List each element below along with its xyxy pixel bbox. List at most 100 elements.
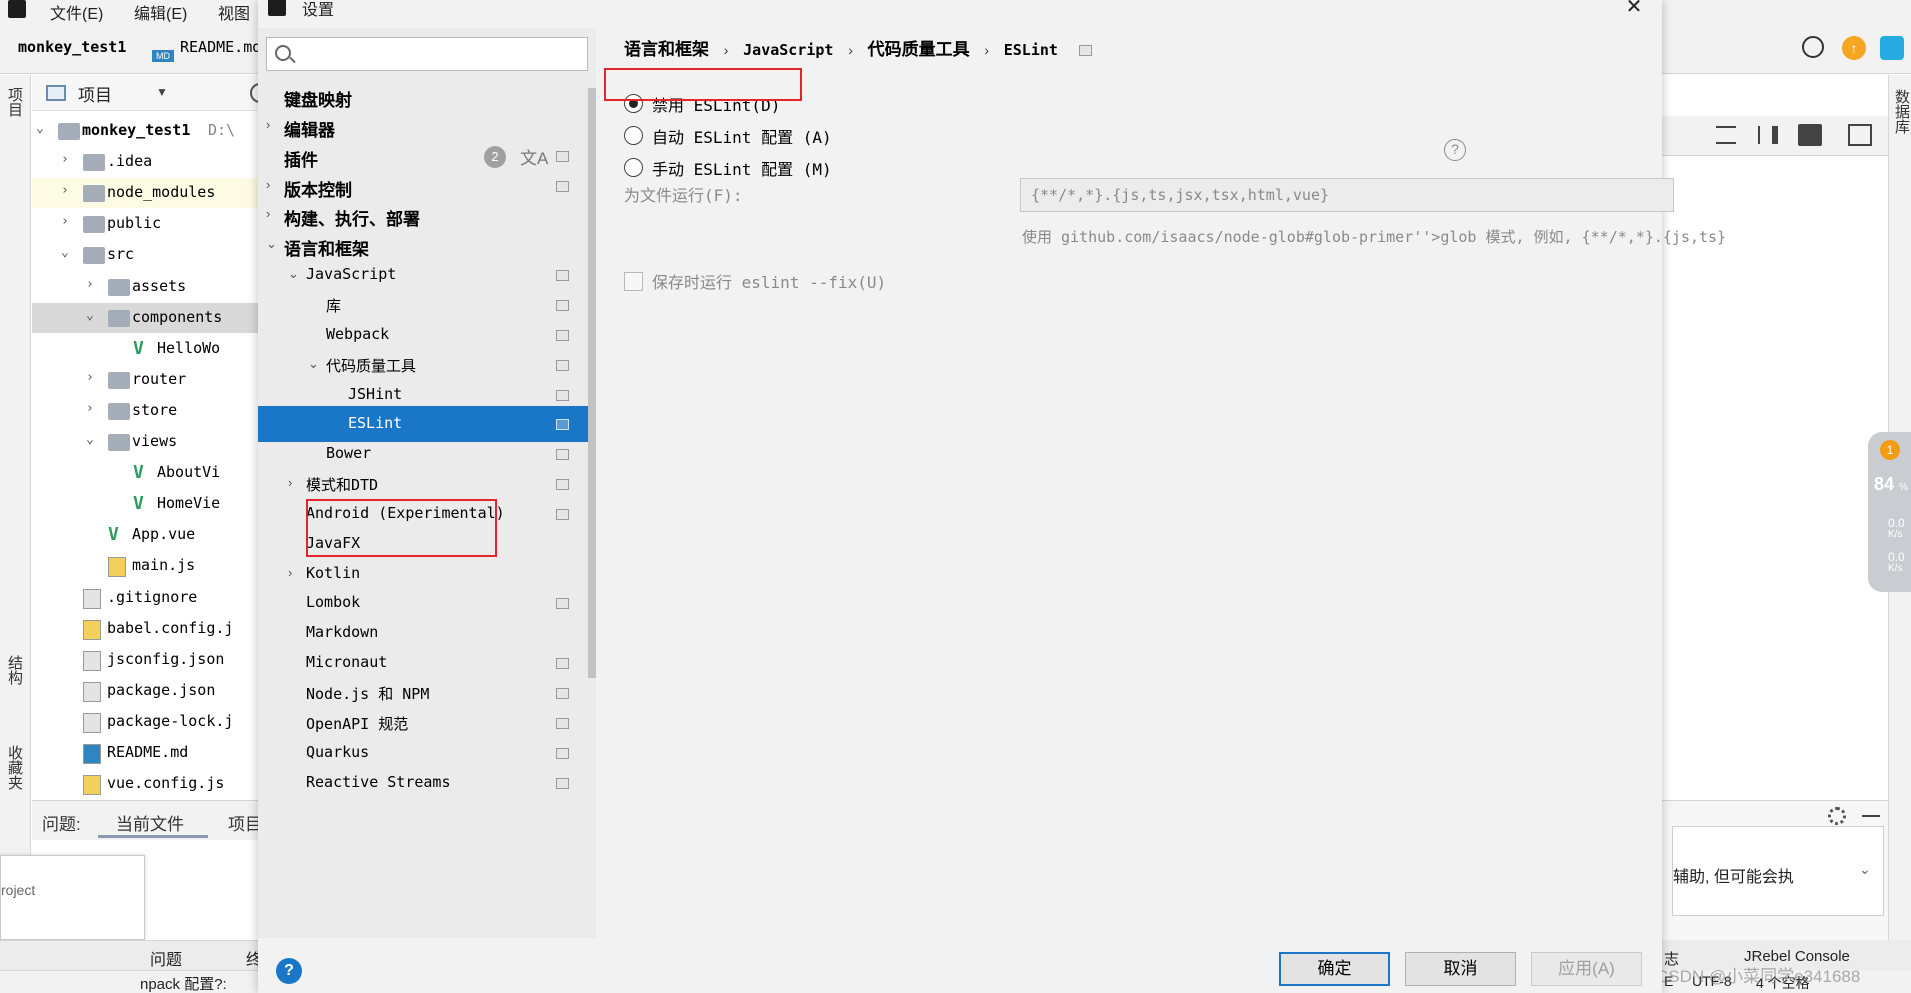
tab-project[interactable]: 项目 xyxy=(228,810,258,835)
chevron-right-icon[interactable]: › xyxy=(61,152,75,167)
dialog-titlebar: 设置 xyxy=(258,0,1662,19)
tree-item[interactable]: vue.config.js xyxy=(32,769,258,799)
project-panel-title[interactable]: 项目 xyxy=(78,81,112,106)
tree-item-label: components xyxy=(132,308,223,326)
tree-item[interactable]: › router xyxy=(32,365,258,395)
list-view-icon[interactable] xyxy=(1716,126,1736,144)
side-tab-structure[interactable]: 结构 xyxy=(4,655,25,685)
tree-item[interactable]: babel.config.j xyxy=(32,614,258,644)
chevron-down-icon[interactable]: ⌄ xyxy=(36,121,50,136)
run-for-files-input[interactable] xyxy=(1020,178,1674,212)
close-icon[interactable]: ✕ xyxy=(1622,0,1646,18)
radio-button[interactable] xyxy=(624,94,643,113)
layout-icon[interactable] xyxy=(1848,124,1872,146)
tree-item-label: .gitignore xyxy=(107,588,198,606)
chevron-down-icon[interactable]: ⌄ xyxy=(86,308,100,323)
translate-icon: 文A xyxy=(520,149,549,168)
tree-item[interactable]: › node_modules xyxy=(32,178,258,208)
folder-icon xyxy=(83,154,105,171)
nav-item[interactable]: Reactive Streams xyxy=(258,765,596,801)
side-tab-database[interactable]: 数据库 xyxy=(1891,89,1911,134)
crumb-project[interactable]: monkey_test1 xyxy=(18,38,126,56)
gauge-badge: 1 xyxy=(1880,440,1900,460)
help-icon[interactable]: ? xyxy=(1444,139,1466,161)
menu-file[interactable]: 文件(E) xyxy=(50,0,103,24)
tree-item[interactable]: › .idea xyxy=(32,147,258,177)
ide-right-toolbar: ↑ xyxy=(1662,22,1911,74)
preview-icon[interactable] xyxy=(1798,124,1822,146)
watermark: CSDN @小菜同学e341688 xyxy=(1656,967,1861,986)
chevron-right-icon[interactable]: › xyxy=(86,370,100,385)
chevron-right-icon[interactable]: › xyxy=(86,277,100,292)
radio-button[interactable] xyxy=(624,158,643,177)
chevron-right-icon[interactable]: › xyxy=(266,117,270,132)
chevron-right-icon[interactable]: › xyxy=(266,177,270,192)
tree-item[interactable]: jsconfig.json xyxy=(32,645,258,675)
chevron-right-icon[interactable]: › xyxy=(61,214,75,229)
chevron-down-icon[interactable]: ⌄ xyxy=(266,236,277,252)
breadcrumb-separator: › xyxy=(723,42,729,58)
settings-search[interactable] xyxy=(266,37,588,71)
ide-statusbar: npack 配置?: xyxy=(0,970,258,993)
tree-item[interactable]: ⌄ monkey_test1 D:\ xyxy=(32,116,258,146)
chevron-right-icon[interactable]: › xyxy=(266,206,270,221)
tree-item[interactable]: V HomeVie xyxy=(32,489,258,519)
nav-item-label: Quarkus xyxy=(306,743,370,761)
menu-view[interactable]: 视图 xyxy=(218,0,250,24)
side-tab-project[interactable]: 项目 xyxy=(4,87,25,117)
chevron-down-icon[interactable]: ⌄ xyxy=(86,432,100,447)
nav-item-label: Android (Experimental) xyxy=(306,504,505,522)
crumb-file[interactable]: README.md xyxy=(180,38,258,56)
editor-toolbar xyxy=(1662,116,1888,156)
tree-item[interactable]: › public xyxy=(32,209,258,239)
side-tab-favorites[interactable]: 收藏夹 xyxy=(4,745,25,790)
chevron-right-icon[interactable]: › xyxy=(288,475,292,490)
tree-item[interactable]: .gitignore xyxy=(32,583,258,613)
split-view-icon[interactable] xyxy=(1758,126,1778,144)
tree-item[interactable]: V AboutVi xyxy=(32,458,258,488)
run-on-save-checkbox[interactable] xyxy=(624,272,643,291)
chevron-down-icon[interactable]: ⌄ xyxy=(61,245,75,260)
tree-item[interactable]: README.md xyxy=(32,738,258,768)
radio-button[interactable] xyxy=(624,126,643,145)
nav-item-label: Kotlin xyxy=(306,564,361,582)
locate-icon[interactable] xyxy=(250,83,258,103)
menu-edit[interactable]: 编辑(E) xyxy=(134,0,187,24)
radio-label: 手动 ESLint 配置 (M) xyxy=(652,160,832,179)
chevron-down-icon[interactable]: ⌄ xyxy=(308,356,319,372)
notification-text: 辅助, 但可能会执 xyxy=(1673,869,1794,886)
tree-item[interactable]: package-lock.j xyxy=(32,707,258,737)
tree-item-label: package-lock.j xyxy=(107,712,234,730)
chevron-down-icon[interactable]: ⌄ xyxy=(1859,861,1871,878)
chevron-right-icon[interactable]: › xyxy=(86,401,100,416)
apply-button[interactable]: 应用(A) xyxy=(1531,952,1642,986)
settings-search-input[interactable] xyxy=(301,43,581,65)
tree-item[interactable]: V HelloWo xyxy=(32,334,258,364)
tree-item[interactable]: V App.vue xyxy=(32,520,258,550)
bottom-tab-terminal[interactable]: 终 xyxy=(246,946,258,970)
tree-item-label: assets xyxy=(132,277,187,295)
cancel-button[interactable]: 取消 xyxy=(1405,952,1516,986)
tree-item[interactable]: ⌄ components xyxy=(32,303,258,333)
chevron-right-icon[interactable]: › xyxy=(288,565,292,580)
tree-item-label: HomeVie xyxy=(157,494,221,512)
ok-button[interactable]: 确定 xyxy=(1279,952,1390,986)
chevron-down-icon[interactable]: ▼ xyxy=(156,85,168,99)
minimize-icon[interactable] xyxy=(1862,815,1880,817)
tree-item[interactable]: ⌄ views xyxy=(32,427,258,457)
nav-scrollbar[interactable] xyxy=(588,88,596,678)
bottom-tab-problems[interactable]: 问题 xyxy=(150,946,182,970)
tree-item[interactable]: › store xyxy=(32,396,258,426)
search-icon[interactable] xyxy=(1802,36,1824,58)
chevron-right-icon[interactable]: › xyxy=(61,183,75,198)
tree-item[interactable]: ⌄ src xyxy=(32,240,258,270)
tree-item[interactable]: main.js xyxy=(32,551,258,581)
help-button[interactable]: ? xyxy=(276,958,302,984)
gear-icon[interactable] xyxy=(1828,807,1846,825)
toolbox-icon[interactable] xyxy=(1880,36,1904,60)
tab-current-file[interactable]: 当前文件 xyxy=(116,810,184,835)
chevron-down-icon[interactable]: ⌄ xyxy=(288,266,299,282)
update-icon[interactable]: ↑ xyxy=(1842,36,1866,60)
tree-item[interactable]: › assets xyxy=(32,272,258,302)
tree-item[interactable]: package.json xyxy=(32,676,258,706)
